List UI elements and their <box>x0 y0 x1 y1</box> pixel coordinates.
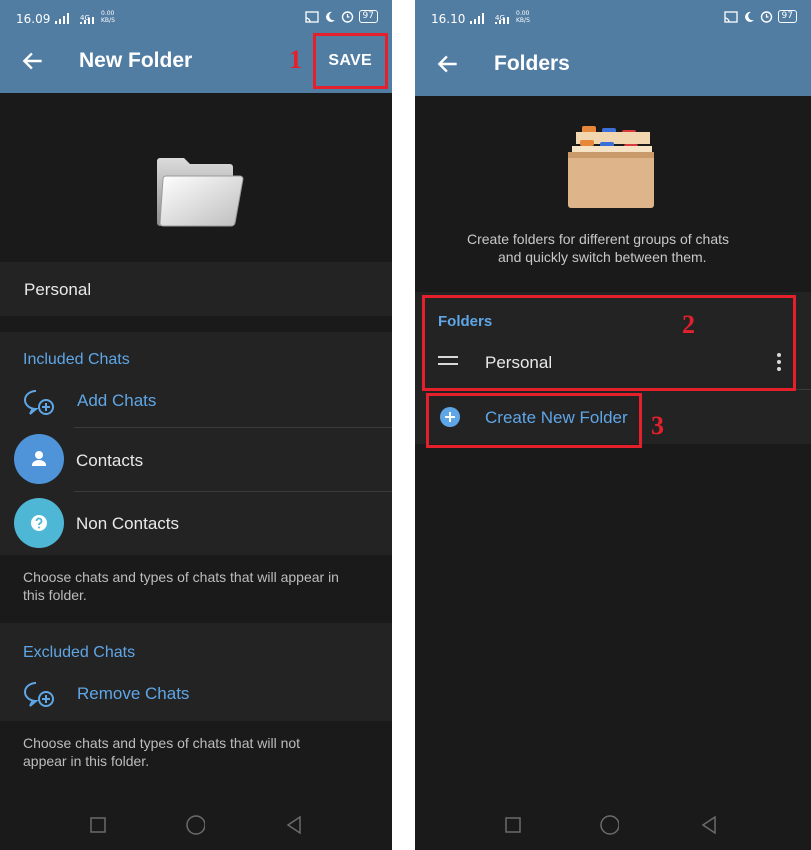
battery-icon: 97 <box>777 10 797 23</box>
battery-icon: 97 <box>358 10 378 23</box>
contacts-label: Contacts <box>76 451 144 470</box>
included-note-line2: this folder. <box>23 587 87 603</box>
annotation-number-3: 3 <box>651 411 664 440</box>
excluded-chats-header: Excluded Chats <box>23 644 136 661</box>
alarm-icon <box>760 11 772 23</box>
signal-small-icon <box>80 17 94 24</box>
moon-icon <box>744 11 754 22</box>
excluded-note-line1: Choose chats and types of chats that wil… <box>23 735 301 751</box>
signal-icon <box>470 13 484 24</box>
included-chats-section: Included Chats Add Chats Contacts Non Co… <box>0 332 392 555</box>
folder-name-value: Personal <box>24 280 92 299</box>
signal-icon <box>55 13 69 24</box>
signal-small-icon <box>495 17 509 24</box>
moon-icon <box>325 11 335 22</box>
home-icon[interactable] <box>599 815 619 835</box>
divider <box>74 491 392 492</box>
cast-icon <box>723 10 738 23</box>
intro-line2: and quickly switch between them. <box>498 249 707 265</box>
highlight-box-folders <box>422 295 796 391</box>
folders-screen: 16.10 4G 0.00 KB/S 97 Folders Create fol… <box>415 0 811 850</box>
speed-unit: KB/S <box>101 17 115 24</box>
annotation-number-1: 1 <box>289 45 302 74</box>
contacts-avatar <box>14 434 64 484</box>
highlight-box-save <box>313 33 388 89</box>
person-icon <box>32 451 46 466</box>
excluded-note-line2: appear in this folder. <box>23 753 150 769</box>
status-time: 16.10 <box>431 12 466 26</box>
page-title: Folders <box>494 52 570 75</box>
status-bar: 16.10 4G 0.00 KB/S 97 <box>415 0 811 30</box>
add-chat-icon <box>24 390 54 415</box>
question-icon <box>31 515 47 531</box>
non-contacts-avatar <box>14 498 64 548</box>
toolbar: Folders <box>415 30 811 96</box>
new-folder-screen: 16.09 4G 0.00 KB/S 97 New Folder SAVE 1 <box>0 0 392 850</box>
intro-line1: Create folders for different groups of c… <box>467 231 729 247</box>
cast-icon <box>304 10 319 23</box>
recents-icon[interactable] <box>503 815 523 835</box>
highlight-box-create <box>426 393 642 448</box>
home-icon[interactable] <box>185 815 205 835</box>
status-bar: 16.09 4G 0.00 KB/S 97 <box>0 0 392 30</box>
speed-unit: KB/S <box>516 17 530 24</box>
back-nav-icon[interactable] <box>284 815 304 835</box>
included-note-line1: Choose chats and types of chats that wil… <box>23 569 339 585</box>
back-arrow-icon[interactable] <box>20 48 46 74</box>
recents-icon[interactable] <box>88 815 108 835</box>
add-chats-button[interactable]: Add Chats <box>77 391 156 411</box>
status-time: 16.09 <box>16 12 51 26</box>
included-chats-header: Included Chats <box>23 351 130 368</box>
nav-bar <box>0 800 392 850</box>
excluded-chats-section: Excluded Chats Remove Chats <box>0 623 392 721</box>
remove-chats-button[interactable]: Remove Chats <box>77 684 189 704</box>
nav-bar <box>415 800 811 850</box>
alarm-icon <box>341 11 353 23</box>
back-nav-icon[interactable] <box>699 815 719 835</box>
page-title: New Folder <box>79 49 193 72</box>
back-arrow-icon[interactable] <box>435 51 461 77</box>
annotation-number-2: 2 <box>682 310 695 339</box>
folder-icon <box>157 158 244 227</box>
divider <box>74 427 392 428</box>
non-contacts-label: Non Contacts <box>76 514 179 533</box>
folder-name-field[interactable]: Personal <box>0 262 392 316</box>
folders-illustration-icon <box>568 126 654 208</box>
remove-chat-icon <box>24 682 54 707</box>
